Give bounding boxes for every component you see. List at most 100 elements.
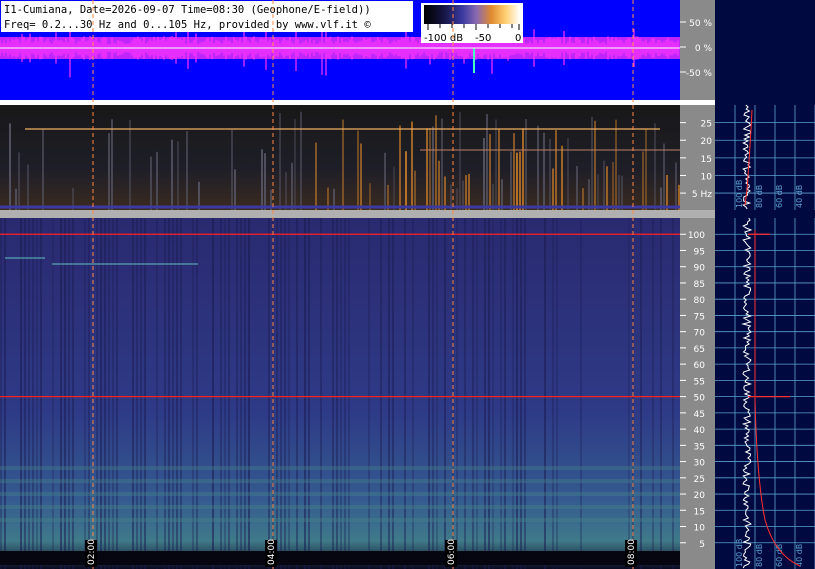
lower-streak	[212, 218, 214, 569]
upper-streak	[291, 162, 293, 210]
lower-streak	[512, 218, 514, 569]
lower-streak	[108, 218, 110, 569]
lower-streak	[308, 218, 310, 569]
lower-y-tick-label: 90	[694, 264, 706, 274]
lower-spectrum-x-tick-label: 60 dB	[775, 544, 784, 567]
header-line1: I1-Cumiana, Date=2026-09-07 Time=08:30 (…	[4, 4, 371, 16]
time-label: 02:00	[87, 539, 97, 565]
upper-streak	[618, 175, 620, 210]
upper-streak	[27, 164, 29, 210]
upper-streak	[552, 168, 554, 210]
lower-y-tick-label: 100	[688, 231, 705, 241]
lower-y-tick-label: 80	[694, 296, 706, 306]
lower-streak	[660, 218, 662, 569]
lower-band	[0, 492, 680, 497]
lower-y-tick-label: 65	[694, 345, 705, 355]
lower-streak	[652, 218, 654, 569]
lower-band	[0, 466, 680, 471]
lower-streak	[404, 218, 406, 569]
upper-y-tick-label: 10	[701, 172, 713, 182]
lower-streak	[556, 218, 558, 569]
lower-streak	[192, 218, 194, 569]
upper-streak	[42, 128, 44, 210]
lower-streak	[476, 218, 478, 569]
lower-streak	[500, 218, 502, 569]
upper-streak	[171, 139, 173, 210]
lower-y-tick-label: 30	[694, 459, 706, 469]
upper-streak	[300, 111, 302, 210]
upper-streak	[603, 160, 605, 210]
upper-streak	[675, 162, 677, 210]
upper-streak	[588, 179, 590, 210]
upper-streak	[522, 128, 524, 210]
lower-streak	[84, 218, 86, 569]
lower-streak	[284, 218, 286, 569]
lower-streak	[72, 218, 74, 569]
lower-streak	[228, 218, 230, 569]
lower-streak	[100, 218, 102, 569]
upper-y-tick-label: 25	[701, 120, 712, 130]
lower-streak	[640, 218, 642, 569]
panel-separator-2	[0, 210, 715, 218]
upper-streak	[279, 112, 281, 210]
lower-streak	[52, 218, 54, 569]
lower-y-tick-label: 45	[694, 410, 705, 420]
upper-streak	[465, 175, 467, 210]
lower-y-tick-label: 50	[694, 394, 706, 404]
lower-streak	[248, 218, 250, 569]
lower-band	[0, 479, 680, 484]
upper-streak	[468, 173, 470, 210]
upper-streak	[498, 128, 500, 210]
lower-y-tick-label: 35	[694, 442, 705, 452]
lower-streak	[116, 218, 118, 569]
lower-band	[0, 505, 680, 510]
upper-spectrum-x-tick-label: 100 dB	[735, 180, 744, 208]
upper-spectrum-x-tick-label: 60 dB	[775, 185, 784, 208]
lower-streak	[172, 218, 174, 569]
lower-streak	[32, 218, 34, 569]
upper-streak	[9, 123, 11, 210]
lower-streak	[244, 218, 246, 569]
upper-streak	[384, 152, 386, 210]
lower-streak	[388, 218, 390, 569]
lower-streak	[340, 218, 342, 569]
upper-streak	[438, 160, 440, 210]
lower-streak	[392, 218, 394, 569]
upper-y-tick-label: 15	[701, 155, 712, 165]
upper-streak	[615, 119, 617, 210]
upper-streak	[621, 175, 623, 210]
lower-streak	[4, 218, 6, 569]
upper-streak	[18, 152, 20, 210]
upper-streak	[261, 149, 263, 210]
lower-streak	[20, 218, 22, 569]
lower-spectrum-x-tick-label: 100 dB	[735, 539, 744, 567]
lower-streak	[472, 218, 474, 569]
colorbar-label-max: 0	[515, 33, 521, 44]
lower-streak	[88, 218, 90, 569]
lower-streak	[220, 218, 222, 569]
upper-streak	[561, 145, 563, 210]
upper-streak	[360, 143, 362, 210]
upper-streak	[426, 128, 428, 210]
lower-streak	[68, 218, 70, 569]
waveform-y-tick-label: 0 %	[695, 44, 713, 54]
lower-streak	[488, 218, 490, 569]
lower-streak	[136, 218, 138, 569]
upper-streak	[231, 129, 233, 210]
lower-streak	[276, 218, 278, 569]
upper-streak	[642, 151, 644, 210]
upper-streak	[342, 119, 344, 210]
lower-y-tick-label: 40	[694, 426, 706, 436]
lower-streak	[24, 218, 26, 569]
upper-streak	[519, 151, 521, 210]
lower-streak	[224, 218, 226, 569]
lower-streak	[456, 218, 458, 569]
upper-streak	[666, 174, 668, 210]
lower-dark-band	[0, 551, 680, 565]
lower-streak	[236, 218, 238, 569]
upper-streak	[156, 151, 158, 210]
lower-y-tick-label: 55	[694, 377, 705, 387]
lower-streak	[484, 218, 486, 569]
lower-streak	[0, 218, 2, 569]
lower-streak	[320, 218, 322, 569]
